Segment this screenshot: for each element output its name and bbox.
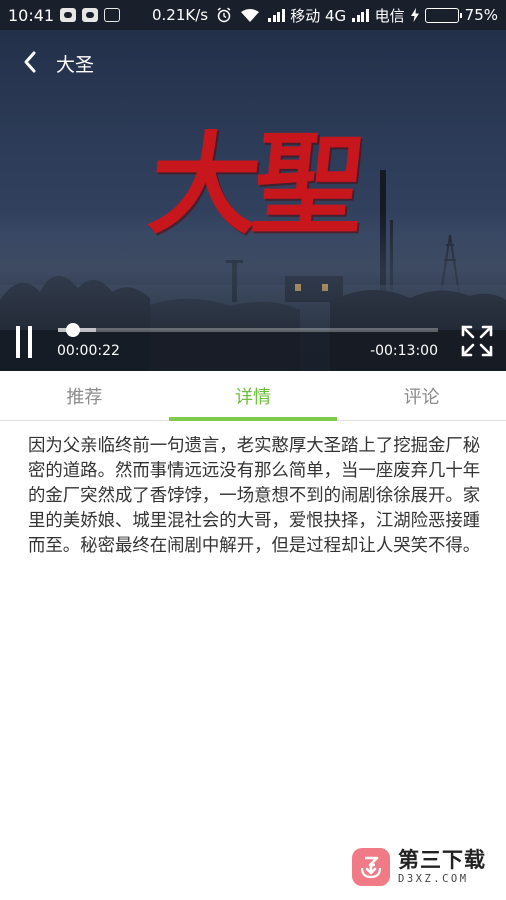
signal-icon (268, 8, 285, 22)
watermark: 第三下载 D3XZ.COM (352, 844, 502, 890)
charging-icon (410, 8, 419, 22)
carrier-1: 移动 4G (290, 6, 347, 25)
tab-bar: 推荐 详情 评论 (0, 371, 506, 421)
signal-icon (352, 8, 369, 22)
fullscreen-button[interactable] (460, 324, 494, 358)
video-player[interactable]: 大聖 大圣 00:00:22 -00:13:00 (0, 30, 506, 371)
carrier-2: 电信 (374, 6, 405, 25)
alarm-icon (217, 7, 231, 23)
tab-recommend[interactable]: 推荐 (0, 371, 169, 420)
tab-details[interactable]: 详情 (168, 371, 338, 421)
title-art: 大聖 (143, 120, 365, 249)
battery-icon (424, 7, 462, 23)
back-button[interactable] (16, 48, 44, 76)
download-logo-icon (352, 848, 390, 886)
video-title: 大圣 (56, 54, 95, 76)
watermark-domain: D3XZ.COM (398, 873, 469, 885)
pause-button[interactable] (16, 326, 40, 358)
battery-level: 75% (464, 6, 498, 24)
status-time: 10:41 (8, 5, 55, 25)
fullscreen-icon (461, 325, 493, 357)
watermark-name: 第三下载 (398, 848, 486, 872)
current-time: 00:00:22 (57, 343, 120, 359)
pause-icon (16, 326, 20, 358)
app-notification-icon (104, 8, 121, 22)
network-speed: 0.21K/s (152, 6, 209, 24)
pause-icon-bar (28, 326, 32, 358)
chevron-left-icon (24, 51, 36, 73)
wechat-icon (82, 8, 99, 22)
status-bar: 10:41 0.21K/s 移动 4G 电信 75% (0, 0, 506, 30)
seek-bar[interactable] (58, 323, 438, 337)
wifi-icon (241, 8, 260, 22)
synopsis-text: 因为父亲临终前一句遗言，老实憨厚大圣踏上了挖掘金厂秘密的道路。然而事情远远没有那… (28, 436, 481, 556)
wechat-icon (60, 8, 77, 22)
tab-comments[interactable]: 评论 (337, 371, 506, 420)
remaining-time: -00:13:00 (370, 343, 438, 359)
